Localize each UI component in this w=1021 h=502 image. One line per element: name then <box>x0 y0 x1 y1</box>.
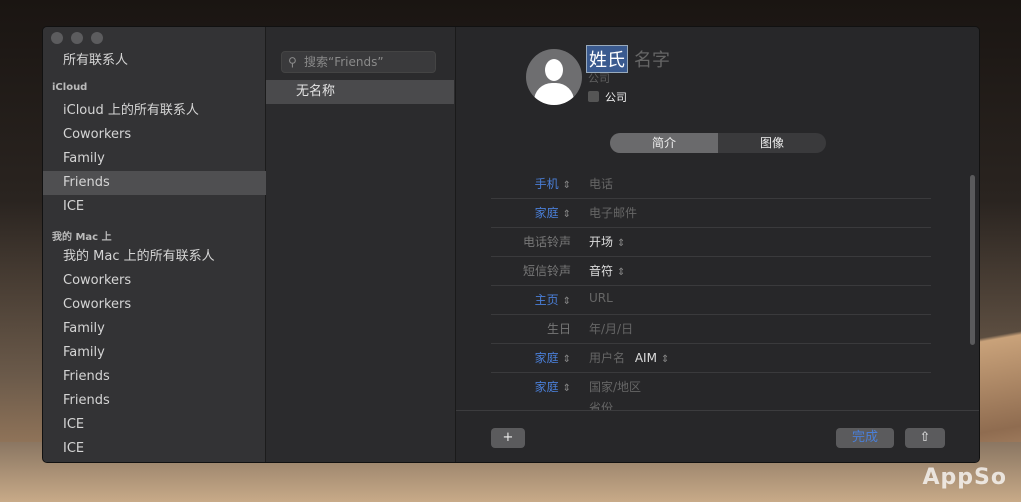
sidebar-item[interactable]: iCloud 上的所有联系人 <box>43 99 266 123</box>
last-name-field[interactable]: 姓氏 <box>586 45 628 73</box>
sidebar-item[interactable]: Family <box>43 317 266 341</box>
close-button[interactable] <box>51 32 63 44</box>
sidebar-item[interactable]: 我的 Mac 上的所有联系人 <box>43 245 266 269</box>
share-button[interactable]: ⇧ <box>905 428 945 448</box>
field-value[interactable]: 用户名 AIM ⇕ <box>589 349 669 366</box>
field-row: 主页 ⇕ URL <box>491 286 931 315</box>
appso-watermark: AppSo <box>922 465 1007 490</box>
tab-info[interactable]: 简介 <box>610 133 718 153</box>
avatar[interactable] <box>526 49 582 105</box>
updown-icon: ⇕ <box>562 383 571 394</box>
company-field[interactable]: 公司 <box>588 70 610 86</box>
updown-icon: ⇕ <box>562 209 571 220</box>
sidebar-header-icloud: iCloud <box>52 82 88 93</box>
field-label[interactable]: 家庭 ⇕ <box>535 204 571 221</box>
first-name-field[interactable]: 名字 <box>634 46 670 72</box>
share-icon: ⇧ <box>919 430 931 445</box>
company-checkbox-label: 公司 <box>605 91 627 104</box>
sidebar-item[interactable]: Coworkers <box>43 269 266 293</box>
list-item[interactable]: 无名称 <box>266 80 454 104</box>
contact-list: ⚲ 搜索“Friends” 无名称 <box>266 27 456 462</box>
tab-image[interactable]: 图像 <box>718 133 826 153</box>
contacts-window: 所有联系人 iCloud iCloud 上的所有联系人 Coworkers Fa… <box>42 26 980 463</box>
field-label: 短信铃声 <box>522 264 571 278</box>
search-input[interactable]: ⚲ 搜索“Friends” <box>281 51 436 73</box>
field-row: 家庭 ⇕ 国家/地区 省份 <box>491 373 931 415</box>
field-row: 家庭 ⇕ 电子邮件 <box>491 199 931 228</box>
sidebar-item[interactable]: Coworkers <box>43 123 266 147</box>
sidebar-item[interactable]: Friends <box>43 389 266 413</box>
window-controls[interactable] <box>51 32 103 44</box>
field-row: 电话铃声 开场 ⇕ <box>491 228 931 257</box>
sidebar-item[interactable]: Friends <box>43 365 266 389</box>
field-row: 短信铃声 音符 ⇕ <box>491 257 931 286</box>
updown-icon: ⇕ <box>660 354 670 365</box>
scrollbar[interactable] <box>970 175 975 345</box>
field-label[interactable]: 家庭 ⇕ <box>535 349 571 366</box>
sidebar-item[interactable]: ICE <box>43 195 266 219</box>
updown-icon: ⇕ <box>562 296 571 307</box>
field-value[interactable]: URL <box>589 291 613 305</box>
sidebar-item[interactable]: Coworkers <box>43 293 266 317</box>
sidebar-header-mac: 我的 Mac 上 <box>52 232 112 243</box>
sidebar-item[interactable]: ICE <box>43 413 266 437</box>
sidebar-item[interactable]: ICE <box>43 437 266 461</box>
zoom-button[interactable] <box>91 32 103 44</box>
field-label: 电话铃声 <box>522 235 571 249</box>
field-row: 生日 年/月/日 <box>491 315 931 344</box>
card-tabs: 简介 图像 <box>610 133 826 153</box>
field-value[interactable]: 音符 ⇕ <box>589 262 625 279</box>
done-button[interactable]: 完成 <box>836 428 894 448</box>
contact-card: 姓氏 名字 公司 公司 简介 图像 手机 ⇕ 电话家庭 ⇕ 电子邮件电话铃声 开场 ⇕ 短信铃… <box>456 27 979 462</box>
field-row: 家庭 ⇕ 用户名 AIM ⇕ <box>491 344 931 373</box>
updown-icon: ⇕ <box>562 180 571 191</box>
card-footer: + 完成 ⇧ <box>456 410 979 462</box>
field-label[interactable]: 主页 ⇕ <box>535 291 571 308</box>
field-row: 手机 ⇕ 电话 <box>491 170 931 199</box>
search-placeholder: 搜索“Friends” <box>304 55 384 69</box>
updown-icon: ⇕ <box>617 238 626 249</box>
search-icon: ⚲ <box>288 55 297 69</box>
add-field-button[interactable]: + <box>491 428 525 448</box>
service-popup[interactable]: AIM <box>635 351 657 365</box>
field-label[interactable]: 手机 ⇕ <box>535 175 571 192</box>
field-label: 生日 <box>546 322 571 336</box>
updown-icon: ⇕ <box>617 267 626 278</box>
updown-icon: ⇕ <box>562 354 571 365</box>
company-checkbox[interactable] <box>588 91 599 102</box>
field-value[interactable]: 电子邮件 <box>589 204 637 221</box>
sidebar-item[interactable]: Family <box>43 341 266 365</box>
sidebar-item-all[interactable]: 所有联系人 <box>43 49 266 73</box>
minimize-button[interactable] <box>71 32 83 44</box>
sidebar-item-selected[interactable]: Friends <box>43 171 266 195</box>
sidebar: 所有联系人 iCloud iCloud 上的所有联系人 Coworkers Fa… <box>43 27 266 462</box>
field-label[interactable]: 家庭 ⇕ <box>535 378 571 395</box>
field-value[interactable]: 开场 ⇕ <box>589 233 625 250</box>
field-value[interactable]: 年/月/日 <box>589 320 633 337</box>
field-value[interactable]: 电话 <box>589 175 613 192</box>
sidebar-item[interactable]: Family <box>43 147 266 171</box>
